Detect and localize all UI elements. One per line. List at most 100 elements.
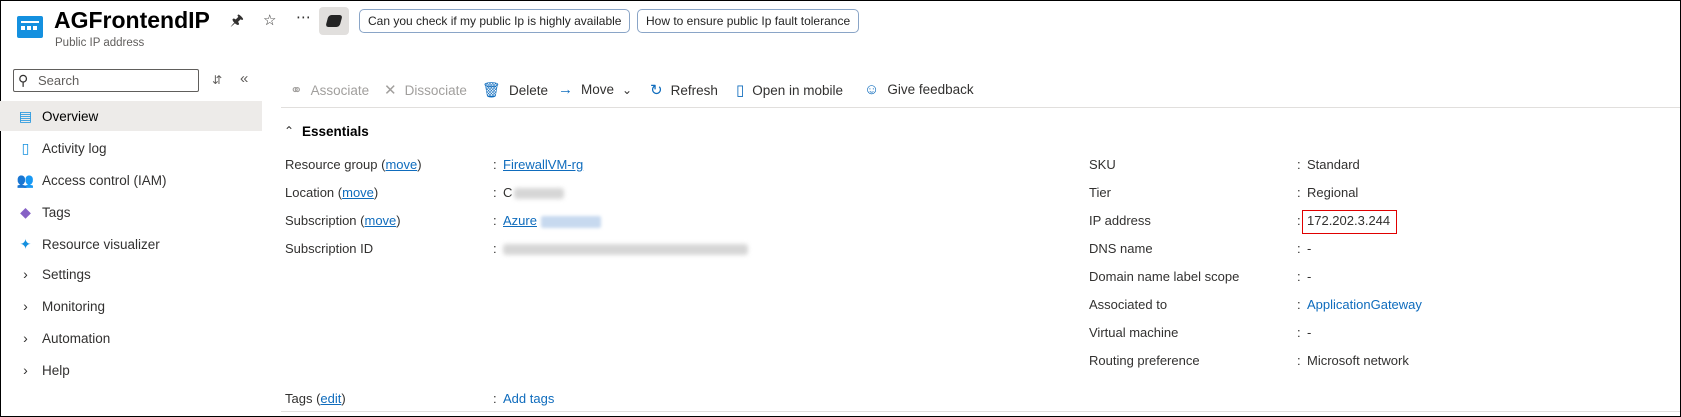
ip-address-label: IP address <box>1089 213 1151 228</box>
sidebar-item-label: Monitoring <box>42 298 106 314</box>
sidebar-item-automation[interactable]: › Automation <box>0 323 262 353</box>
move-label: Move <box>581 82 615 97</box>
sidebar-item-label: Access control (IAM) <box>42 172 167 188</box>
sidebar-item-activity-log[interactable]: ▯ Activity log <box>0 133 262 163</box>
dissociate-button[interactable]: ✕ Dissociate <box>384 81 467 99</box>
location-label-text: Location <box>285 185 335 200</box>
redacted-text <box>514 188 565 200</box>
domain-name-label-scope-value: - <box>1307 269 1312 284</box>
chevron-right-icon: › <box>23 330 28 346</box>
separator: : <box>1297 213 1301 228</box>
chevron-up-icon[interactable]: ⌃ <box>284 124 294 138</box>
subscription-id-value <box>503 241 748 256</box>
delete-icon: 🗑 <box>482 82 502 99</box>
resource-group-label: Resource group (move) <box>285 157 422 172</box>
copilot-suggestion-ha[interactable]: Can you check if my public Ip is highly … <box>359 9 631 33</box>
hierarchy-icon: ✦ <box>19 235 32 252</box>
sidebar-item-label: Tags <box>42 204 71 220</box>
essentials-divider <box>281 411 1680 412</box>
domain-name-label-scope-label: Domain name label scope <box>1089 269 1240 284</box>
sidebar-item-tags[interactable]: ◆ Tags <box>0 197 262 227</box>
star-icon[interactable]: ☆ <box>263 11 276 29</box>
expand-collapse-icon[interactable]: ⇵ <box>212 73 222 87</box>
redacted-text <box>503 244 748 256</box>
subscription-value[interactable]: Azure <box>503 213 601 228</box>
tier-value: Regional <box>1307 185 1359 200</box>
copilot-suggestion-fault-tolerance[interactable]: How to ensure public Ip fault tolerance <box>637 9 860 33</box>
tags-label: Tags (edit) <box>285 391 346 406</box>
separator: : <box>493 213 497 228</box>
dns-name-label: DNS name <box>1089 241 1153 256</box>
location-move-link[interactable]: move <box>342 185 374 200</box>
virtual-machine-label: Virtual machine <box>1089 325 1179 340</box>
routing-preference-label: Routing preference <box>1089 353 1200 368</box>
add-tags-text[interactable]: Add tags <box>503 391 554 406</box>
add-tags-link[interactable]: Add tags <box>503 391 554 406</box>
subscription-id-label: Subscription ID <box>285 241 374 256</box>
resource-group-link[interactable]: FirewallVM-rg <box>503 157 583 172</box>
tags-edit-link[interactable]: edit <box>320 391 341 406</box>
redacted-text <box>540 215 601 228</box>
separator: : <box>1297 353 1301 368</box>
associated-to-value[interactable]: ApplicationGateway <box>1307 297 1422 312</box>
toolbar-divider <box>281 107 1680 108</box>
subscription-label-text: Subscription <box>285 213 357 228</box>
resource-group-move-link[interactable]: move <box>385 157 417 172</box>
give-feedback-button[interactable]: ☺ Give feedback <box>864 81 974 98</box>
collapse-sidebar-icon[interactable]: « <box>240 70 248 87</box>
public-ip-icon <box>17 16 43 38</box>
open-in-mobile-button[interactable]: ▯ Open in mobile <box>736 81 843 99</box>
sidebar-item-label: Resource visualizer <box>42 236 160 252</box>
separator: : <box>493 185 497 200</box>
chevron-down-icon: ⌄ <box>622 82 633 97</box>
associate-button[interactable]: ⚭ Associate <box>290 81 369 99</box>
pin-icon[interactable]: 🖈 <box>230 10 244 35</box>
subscription-link[interactable]: Azure <box>503 213 537 228</box>
chevron-right-icon: › <box>23 362 28 378</box>
copilot-icon[interactable] <box>319 7 349 35</box>
sidebar-item-label: Help <box>42 362 70 378</box>
separator: : <box>1297 297 1301 312</box>
activity-log-icon: ▯ <box>21 139 30 156</box>
refresh-label: Refresh <box>670 82 718 98</box>
delete-button[interactable]: 🗑 Delete <box>482 81 548 99</box>
close-icon: ✕ <box>384 82 397 99</box>
dissociate-label: Dissociate <box>404 82 467 98</box>
sidebar-item-help[interactable]: › Help <box>0 355 262 385</box>
chevron-right-icon: › <box>23 266 28 282</box>
search-input[interactable]: Search <box>13 69 199 92</box>
feedback-icon: ☺ <box>864 81 880 98</box>
page-subtitle: Public IP address <box>55 37 145 49</box>
resource-group-label-text: Resource group <box>285 157 378 172</box>
more-icon[interactable]: ⋯ <box>296 8 311 26</box>
refresh-button[interactable]: ↻ Refresh <box>650 81 718 99</box>
resource-group-value[interactable]: FirewallVM-rg <box>503 157 583 172</box>
separator: : <box>1297 269 1301 284</box>
sidebar-item-resource-visualizer[interactable]: ✦ Resource visualizer <box>0 229 262 259</box>
subscription-move-link[interactable]: move <box>365 213 397 228</box>
virtual-machine-value: - <box>1307 325 1312 340</box>
arrow-right-icon: → <box>558 81 573 98</box>
sidebar-item-label: Settings <box>42 266 91 282</box>
dns-name-value: - <box>1307 241 1312 256</box>
sku-value: Standard <box>1307 157 1360 172</box>
separator: : <box>1297 157 1301 172</box>
separator: : <box>493 157 497 172</box>
associate-label: Associate <box>310 82 370 98</box>
sidebar-item-monitoring[interactable]: › Monitoring <box>0 291 262 321</box>
sidebar-item-access-control[interactable]: 👥 Access control (IAM) <box>0 165 262 195</box>
subscription-label: Subscription (move) <box>285 213 401 228</box>
separator: : <box>1297 325 1301 340</box>
tags-label-text: Tags <box>285 391 313 406</box>
people-icon: 👥 <box>16 171 35 188</box>
search-icon: ⚲ <box>18 72 29 88</box>
tier-label: Tier <box>1089 185 1111 200</box>
overview-icon: ▤ <box>18 107 33 124</box>
essentials-header[interactable]: Essentials <box>302 124 369 139</box>
sidebar-item-label: Automation <box>42 330 111 346</box>
routing-preference-value: Microsoft network <box>1307 353 1409 368</box>
move-button[interactable]: → Move ⌄ <box>558 81 632 98</box>
mobile-icon: ▯ <box>736 82 745 99</box>
sidebar-item-overview[interactable]: ▤ Overview <box>0 101 262 131</box>
sidebar-item-settings[interactable]: › Settings <box>0 259 262 289</box>
